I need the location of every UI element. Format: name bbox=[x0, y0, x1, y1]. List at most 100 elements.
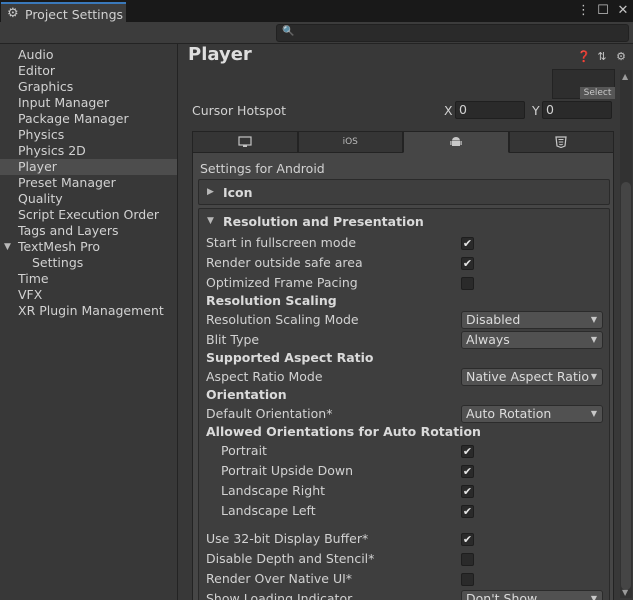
blit-type-label: Blit Type bbox=[206, 332, 260, 347]
android-settings-panel: Settings for Android ▶ Icon ▼ Resolution… bbox=[192, 153, 614, 600]
default-orientation-dropdown[interactable]: Auto Rotation ▼ bbox=[461, 405, 603, 423]
render-over-native-checkbox[interactable] bbox=[461, 573, 474, 586]
collapsed-triangle-icon: ▶ bbox=[207, 187, 214, 197]
sidebar-item-label: Graphics bbox=[18, 79, 74, 94]
sidebar-item-input-manager[interactable]: Input Manager bbox=[0, 95, 177, 111]
use-32bit-buffer-checkbox[interactable]: ✔ bbox=[461, 533, 474, 546]
settings-for-label: Settings for Android bbox=[200, 161, 325, 176]
hotspot-x-field[interactable]: 0 bbox=[455, 101, 525, 119]
render-outside-safe-checkbox[interactable]: ✔ bbox=[461, 257, 474, 270]
hotspot-x-label: X bbox=[444, 103, 453, 118]
sidebar-item-quality[interactable]: Quality bbox=[0, 191, 177, 207]
resolution-scaling-mode-label: Resolution Scaling Mode bbox=[206, 312, 359, 327]
tab-ios[interactable]: iOS bbox=[297, 131, 403, 153]
sidebar-item-label: VFX bbox=[18, 287, 43, 302]
checkmark-icon: ✔ bbox=[462, 445, 473, 458]
portrait-upside-down-checkbox[interactable]: ✔ bbox=[461, 465, 474, 478]
sidebar-item-label: Editor bbox=[18, 63, 55, 78]
dropdown-arrow-icon: ▼ bbox=[590, 315, 597, 324]
dropdown-value: Don't Show bbox=[466, 591, 538, 600]
dropdown-value: Auto Rotation bbox=[466, 406, 552, 421]
scrollbar-thumb[interactable] bbox=[621, 182, 631, 590]
portrait-upside-down-label: Portrait Upside Down bbox=[221, 463, 354, 478]
sidebar-item-editor[interactable]: Editor bbox=[0, 63, 177, 79]
sidebar-item-label: Input Manager bbox=[18, 95, 110, 110]
sidebar-item-label: Tags and Layers bbox=[18, 223, 119, 238]
close-icon[interactable]: ✕ bbox=[617, 3, 629, 19]
dropdown-arrow-icon: ▼ bbox=[590, 594, 597, 600]
preset-icon[interactable]: ⇅ bbox=[596, 50, 608, 63]
dropdown-arrow-icon: ▼ bbox=[590, 372, 597, 381]
tab-standalone[interactable] bbox=[192, 131, 298, 153]
render-outside-safe-label: Render outside safe area bbox=[206, 255, 363, 270]
checkmark-icon: ✔ bbox=[462, 257, 473, 270]
hotspot-y-field[interactable]: 0 bbox=[542, 101, 612, 119]
sidebar-item-label: Physics bbox=[18, 127, 65, 142]
sidebar-item-label: Settings bbox=[32, 255, 84, 270]
help-icon[interactable]: ❓ bbox=[577, 50, 591, 63]
checkmark-icon: ✔ bbox=[462, 505, 473, 518]
landscape-left-checkbox[interactable]: ✔ bbox=[461, 505, 474, 518]
gear-icon[interactable]: ⚙ bbox=[615, 50, 627, 63]
sidebar-item-audio[interactable]: Audio bbox=[0, 47, 177, 63]
search-input[interactable]: 🔍 bbox=[276, 24, 629, 42]
resolution-foldout-title: Resolution and Presentation bbox=[223, 213, 424, 229]
checkmark-icon: ✔ bbox=[462, 237, 473, 250]
sidebar-item-script-execution-order[interactable]: Script Execution Order bbox=[0, 207, 177, 223]
scroll-down-arrow-icon[interactable]: ▼ bbox=[622, 588, 628, 597]
portrait-checkbox[interactable]: ✔ bbox=[461, 445, 474, 458]
sidebar-item-label: Quality bbox=[18, 191, 63, 206]
sidebar-item-label: TextMesh Pro bbox=[18, 239, 100, 254]
disable-depth-stencil-checkbox[interactable] bbox=[461, 553, 474, 566]
sidebar-item-preset-manager[interactable]: Preset Manager bbox=[0, 175, 177, 191]
sidebar-item-settings[interactable]: Settings bbox=[0, 255, 177, 271]
sidebar-item-textmesh-pro[interactable]: ▼ TextMesh Pro bbox=[0, 239, 177, 255]
project-settings-tab[interactable]: ⚙ Project Settings bbox=[1, 2, 126, 24]
sidebar-item-graphics[interactable]: Graphics bbox=[0, 79, 177, 95]
resolution-scaling-mode-dropdown[interactable]: Disabled ▼ bbox=[461, 311, 603, 329]
more-menu-icon[interactable]: ⋮ bbox=[577, 3, 590, 19]
icon-foldout-header[interactable]: ▶ Icon bbox=[199, 180, 609, 204]
start-fullscreen-checkbox[interactable]: ✔ bbox=[461, 237, 474, 250]
sidebar-item-player[interactable]: Player bbox=[0, 159, 177, 175]
sidebar-item-label: Preset Manager bbox=[18, 175, 116, 190]
blit-type-dropdown[interactable]: Always ▼ bbox=[461, 331, 603, 349]
sidebar-item-label: Package Manager bbox=[18, 111, 129, 126]
monitor-icon bbox=[238, 136, 252, 147]
tab-android[interactable] bbox=[403, 131, 509, 153]
maximize-icon[interactable]: ☐ bbox=[597, 3, 609, 19]
sidebar-item-time[interactable]: Time bbox=[0, 271, 177, 287]
android-icon bbox=[450, 137, 462, 146]
sidebar-item-label: Script Execution Order bbox=[18, 207, 160, 222]
resolution-foldout: ▼ Resolution and Presentation Start in f… bbox=[198, 208, 610, 600]
search-bar: 🔍 bbox=[0, 22, 633, 44]
optimized-frame-pacing-label: Optimized Frame Pacing bbox=[206, 275, 358, 290]
orientation-header: Orientation bbox=[206, 387, 287, 402]
default-orientation-label: Default Orientation* bbox=[206, 406, 333, 421]
page-title: Player bbox=[188, 44, 252, 65]
sidebar-item-label: Physics 2D bbox=[18, 143, 86, 158]
window-tab-strip: ⚙ Project Settings ⋮ ☐ ✕ bbox=[0, 0, 633, 24]
sidebar-item-physics-2d[interactable]: Physics 2D bbox=[0, 143, 177, 159]
use-32bit-buffer-label: Use 32-bit Display Buffer* bbox=[206, 531, 369, 546]
start-fullscreen-label: Start in fullscreen mode bbox=[206, 235, 357, 250]
sidebar-item-vfx[interactable]: VFX bbox=[0, 287, 177, 303]
optimized-frame-pacing-checkbox[interactable] bbox=[461, 277, 474, 290]
aspect-ratio-mode-dropdown[interactable]: Native Aspect Ratio ▼ bbox=[461, 368, 603, 386]
expanded-triangle-icon: ▼ bbox=[207, 216, 214, 226]
select-cursor-button[interactable]: Select bbox=[580, 87, 615, 99]
scroll-up-arrow-icon[interactable]: ▲ bbox=[622, 72, 628, 81]
sidebar-item-xr-plugin-management[interactable]: XR Plugin Management bbox=[0, 303, 177, 319]
tab-webgl[interactable] bbox=[508, 131, 614, 153]
sidebar-item-package-manager[interactable]: Package Manager bbox=[0, 111, 177, 127]
sidebar-item-physics[interactable]: Physics bbox=[0, 127, 177, 143]
header-icons: ❓ ⇅ ⚙ bbox=[577, 50, 627, 63]
show-loading-indicator-dropdown[interactable]: Don't Show ▼ bbox=[461, 590, 603, 600]
sidebar-item-tags-and-layers[interactable]: Tags and Layers bbox=[0, 223, 177, 239]
expand-triangle-icon[interactable]: ▼ bbox=[4, 239, 11, 255]
landscape-right-label: Landscape Right bbox=[221, 483, 326, 498]
landscape-right-checkbox[interactable]: ✔ bbox=[461, 485, 474, 498]
resolution-foldout-header[interactable]: ▼ Resolution and Presentation bbox=[199, 209, 609, 233]
settings-sidebar: Audio Editor Graphics Input Manager Package … bbox=[0, 44, 178, 600]
landscape-left-label: Landscape Left bbox=[221, 503, 316, 518]
